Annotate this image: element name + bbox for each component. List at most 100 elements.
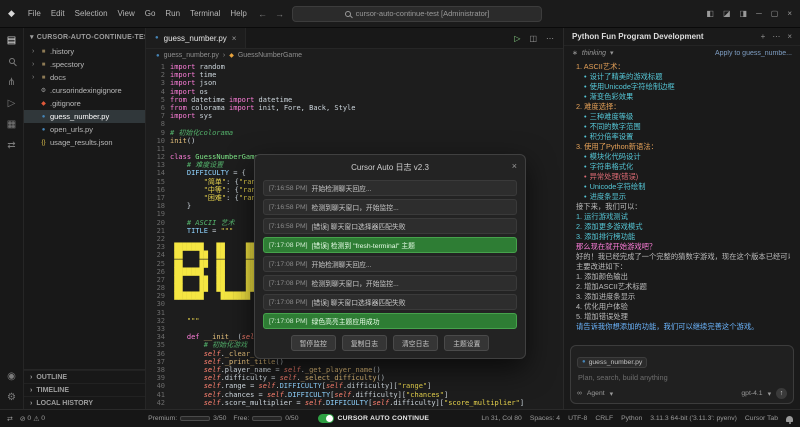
search-icon[interactable] xyxy=(9,57,15,67)
context-file-chip[interactable]: ● guess_number.py xyxy=(577,357,647,368)
tree-item--specstory[interactable]: ›■.specstory xyxy=(24,58,145,71)
close-icon[interactable]: × xyxy=(787,9,792,18)
dialog-button-主题设置[interactable]: 主题设置 xyxy=(444,335,489,351)
line-number: 17 xyxy=(146,194,165,202)
status-item[interactable]: CRLF xyxy=(595,415,613,422)
thinking-row[interactable]: ∗ thinking ▾ Apply to guess_numbe... xyxy=(564,46,800,60)
layout-bottom-icon[interactable]: ◪ xyxy=(723,9,731,18)
layout-right-icon[interactable]: ◨ xyxy=(740,9,748,18)
tree-item--history[interactable]: ›■.history xyxy=(24,45,145,58)
breadcrumb-file[interactable]: guess_number.py xyxy=(164,52,219,59)
new-chat-icon[interactable]: + xyxy=(761,32,766,41)
tab-guess-number[interactable]: ● guess_number.py × xyxy=(146,28,246,48)
line-number: 18 xyxy=(146,202,165,210)
free-usage[interactable]: Free: 0/50 xyxy=(233,415,298,422)
chat-text: 3. 添加排行榜功能 xyxy=(576,232,635,241)
source-control-icon[interactable]: ⋔ xyxy=(7,78,15,88)
status-item[interactable]: Python xyxy=(621,415,642,422)
status-item[interactable]: UTF-8 xyxy=(568,415,587,422)
log-timestamp: [7:17:08 PM] xyxy=(269,318,308,325)
menu-view[interactable]: View xyxy=(113,9,140,18)
toggle-switch-icon xyxy=(318,414,334,423)
split-editor-icon[interactable]: ◫ xyxy=(529,34,537,43)
line-number: 2 xyxy=(146,71,165,79)
log-timestamp: [7:16:58 PM] xyxy=(269,204,308,211)
line-gutter[interactable]: 1234567891011121314151617181920212223242… xyxy=(146,63,170,409)
maximize-icon[interactable]: ▢ xyxy=(771,9,779,18)
status-item[interactable]: Cursor Tab xyxy=(745,415,778,422)
command-search-input[interactable]: cursor-auto-continue-test [Administrator… xyxy=(292,6,542,22)
menu-run[interactable]: Run xyxy=(160,9,185,18)
menu-selection[interactable]: Selection xyxy=(70,9,113,18)
more-options-icon[interactable]: ⋯ xyxy=(772,32,780,41)
menu-edit[interactable]: Edit xyxy=(46,9,70,18)
section-local-history[interactable]: ›LOCAL HISTORY xyxy=(24,396,145,409)
status-item[interactable]: Ln 31, Col 80 xyxy=(481,415,521,422)
log-timestamp: [7:17:08 PM] xyxy=(269,280,308,287)
class-symbol-icon: ◆ xyxy=(229,52,234,59)
remote-icon[interactable]: ⇄ xyxy=(7,141,15,151)
log-entry: [7:16:58 PM]开始检测聊天回应... xyxy=(263,180,517,196)
dialog-button-清空日志[interactable]: 清空日志 xyxy=(393,335,438,351)
menu-go[interactable]: Go xyxy=(140,9,161,18)
line-number: 34 xyxy=(146,333,165,341)
tree-item--gitignore[interactable]: ◆.gitignore xyxy=(24,97,145,110)
chat-text: 不同的数字范围 xyxy=(590,122,641,131)
history-forward-icon[interactable]: → xyxy=(275,9,284,19)
code-line: # 初始化colorama xyxy=(170,129,563,137)
tab-close-icon[interactable]: × xyxy=(232,34,237,43)
auto-continue-toggle[interactable]: CURSOR AUTO CONTINUE xyxy=(318,414,430,423)
send-button[interactable]: ↑ xyxy=(776,388,787,399)
line-number: 21 xyxy=(146,227,165,235)
extensions-icon[interactable]: ▦ xyxy=(7,120,16,130)
problems-indicator[interactable]: ⊘ 0 ⚠ 0 xyxy=(20,415,45,423)
tree-item-guess-number-py[interactable]: ●guess_number.py xyxy=(24,110,145,123)
premium-usage[interactable]: Premium: 3/50 xyxy=(148,415,226,422)
chat-input-box[interactable]: ● guess_number.py Plan, search, build an… xyxy=(570,345,794,404)
dialog-button-复制日志[interactable]: 复制日志 xyxy=(342,335,387,351)
chevron-down-icon: ▾ xyxy=(30,33,34,41)
minimize-icon[interactable]: ─ xyxy=(756,9,762,18)
more-actions-icon[interactable]: ⋯ xyxy=(546,34,554,43)
tree-item-open-urls-py[interactable]: ●open_urls.py xyxy=(24,123,145,136)
chat-line: •模块化代码设计 xyxy=(576,152,790,162)
dialog-header[interactable]: Cursor Auto 日志 v2.3 × xyxy=(263,160,517,177)
explorer-icon[interactable]: ▤ xyxy=(7,36,16,46)
status-item[interactable]: Spaces: 4 xyxy=(530,415,560,422)
run-file-icon[interactable]: ▷ xyxy=(514,34,520,43)
line-number: 22 xyxy=(146,235,165,243)
history-back-icon[interactable]: ← xyxy=(258,9,267,19)
notifications-bell-icon[interactable] xyxy=(786,416,793,422)
tree-item--cursorindexingignore[interactable]: ⚙.cursorindexingignore xyxy=(24,84,145,97)
settings-icon[interactable]: ⚙ xyxy=(7,393,16,403)
apply-to-file-link[interactable]: Apply to guess_numbe... xyxy=(715,50,792,57)
code-line xyxy=(170,145,563,153)
dialog-button-暂停监控[interactable]: 暂停监控 xyxy=(291,335,336,351)
chat-line: 1. 添加颜色输出 xyxy=(576,272,790,282)
model-dropdown[interactable]: gpt-4.1 xyxy=(741,390,762,397)
bullet-icon: • xyxy=(584,132,587,141)
explorer-root-header[interactable]: ▾ CURSOR-AUTO-CONTINUE-TEST xyxy=(24,28,145,45)
chat-text: 2. 添加更多游戏模式 xyxy=(576,222,643,231)
section-timeline[interactable]: ›TIMELINE xyxy=(24,383,145,396)
breadcrumb-symbol[interactable]: GuessNumberGame xyxy=(238,52,302,59)
layout-left-icon[interactable]: ◧ xyxy=(706,9,714,18)
section-outline[interactable]: ›OUTLINE xyxy=(24,370,145,383)
code-line: self.chances = self.DIFFICULTY[self.diff… xyxy=(170,391,563,399)
close-icon[interactable]: × xyxy=(512,161,517,171)
tree-item-docs[interactable]: ›■docs xyxy=(24,71,145,84)
status-item[interactable]: 3.11.3 64-bit ('3.11.3': pyenv) xyxy=(650,415,737,422)
menu-file[interactable]: File xyxy=(23,9,46,18)
json-file-icon: {} xyxy=(40,140,47,146)
remote-indicator[interactable]: ⇄ xyxy=(7,415,13,423)
chat-input-placeholder[interactable]: Plan, search, build anything xyxy=(578,373,786,382)
agent-mode-dropdown[interactable]: Agent xyxy=(587,390,605,397)
account-icon[interactable]: ◉ xyxy=(7,372,16,382)
titlebar-center: ← → cursor-auto-continue-test [Administr… xyxy=(258,6,542,22)
run-debug-icon[interactable]: ▷ xyxy=(8,99,16,109)
close-panel-icon[interactable]: × xyxy=(787,32,792,41)
menu-terminal[interactable]: Terminal xyxy=(185,9,225,18)
menu-help[interactable]: Help xyxy=(225,9,251,18)
tree-item-usage-results-json[interactable]: {}usage_results.json xyxy=(24,136,145,149)
line-number: 16 xyxy=(146,186,165,194)
